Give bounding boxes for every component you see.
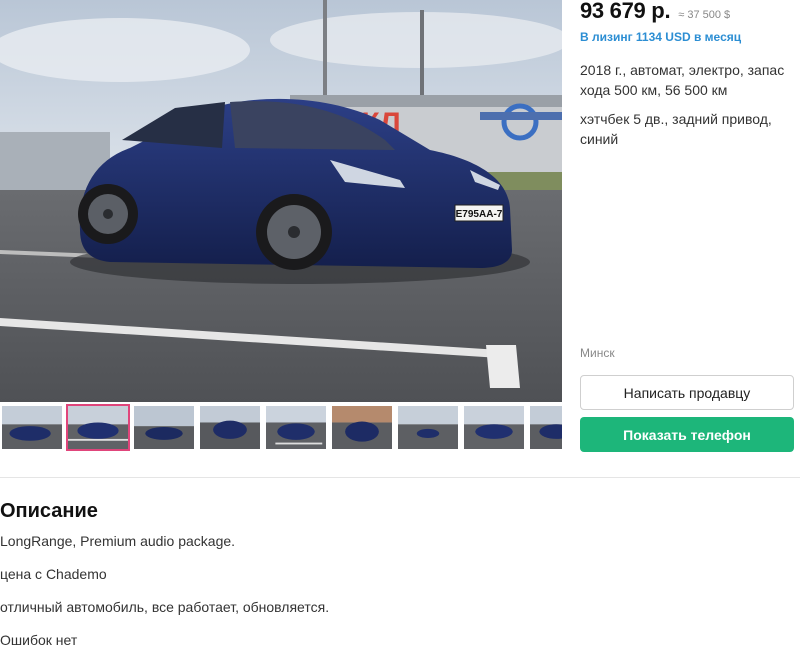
thumbnail[interactable] <box>330 404 394 451</box>
thumbnail[interactable] <box>0 404 64 451</box>
specs-main: 2018 г., автомат, электро, запас хода 50… <box>580 62 785 98</box>
thumbnail[interactable] <box>198 404 262 451</box>
thumbnail-active[interactable] <box>66 404 130 451</box>
description-title: Описание <box>0 500 98 522</box>
price: 93 679 р. <box>580 0 671 23</box>
listing-info: 93 679 р. ≈ 37 500 $ В лизинг 1134 USD в… <box>580 0 795 149</box>
thumbnail[interactable] <box>264 404 328 451</box>
divider <box>0 477 800 478</box>
price-usd: ≈ 37 500 $ <box>678 9 731 21</box>
show-phone-button[interactable]: Показать телефон <box>580 417 794 452</box>
main-photo[interactable]: ОКЛ Е795АА-7 <box>0 0 562 402</box>
description-line: LongRange, Premium audio package. <box>0 533 236 549</box>
description-line: цена с Chademo <box>0 566 107 582</box>
thumbnail[interactable] <box>528 404 562 451</box>
city-label: Минск <box>580 346 615 360</box>
description-line: Ошибок нет <box>0 632 78 648</box>
description-body: LongRange, Premium audio package. цена с… <box>0 533 329 651</box>
description-line: отличный автомобиль, все работает, обнов… <box>0 599 330 615</box>
thumbnail[interactable] <box>396 404 460 451</box>
specs-body: хэтчбек 5 дв., задний привод, синий <box>580 111 772 147</box>
price-row: 93 679 р. ≈ 37 500 $ <box>580 0 795 24</box>
thumbnail[interactable] <box>462 404 526 451</box>
leasing-link[interactable]: В лизинг 1134 USD в месяц <box>580 30 795 44</box>
write-seller-button[interactable]: Написать продавцу <box>580 375 794 410</box>
thumbnail-strip <box>0 404 562 452</box>
license-plate: Е795АА-7 <box>456 209 503 220</box>
thumbnail[interactable] <box>132 404 196 451</box>
